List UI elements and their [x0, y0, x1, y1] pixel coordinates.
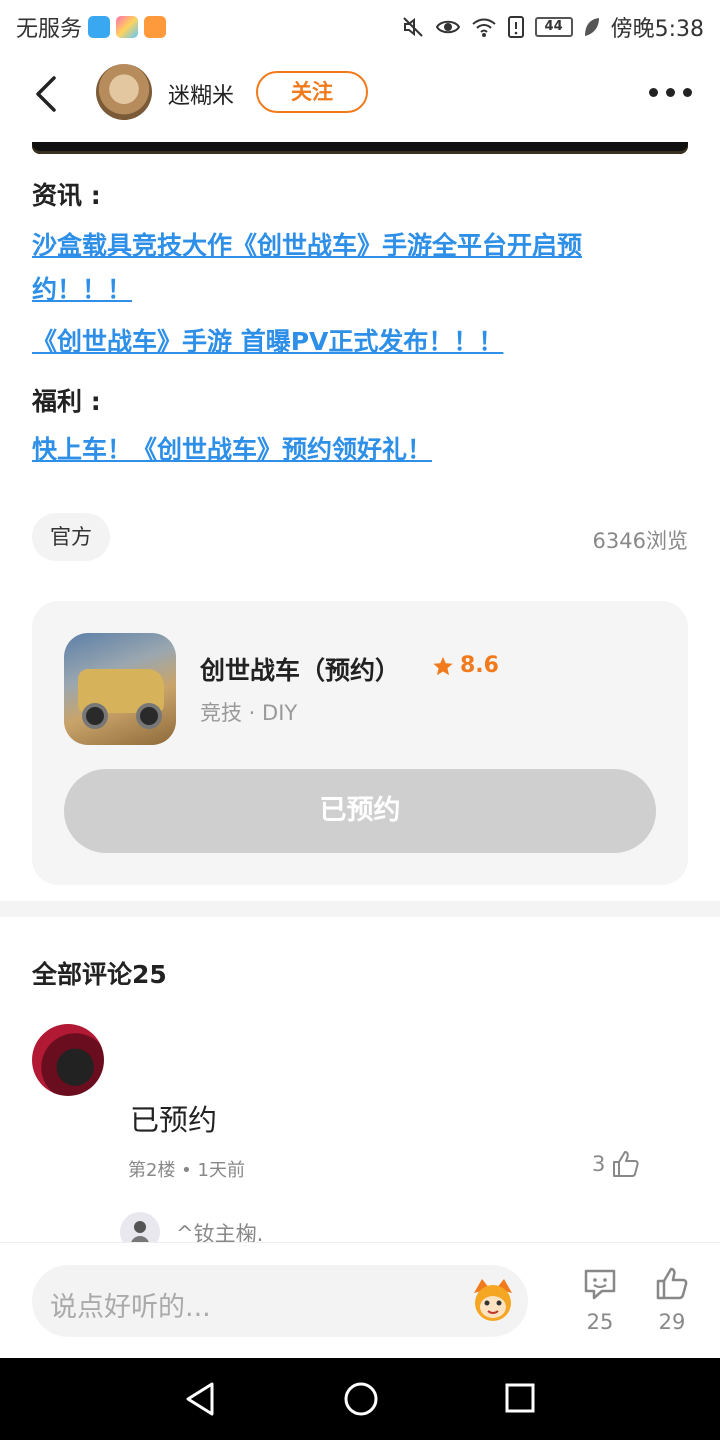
- system-nav-bar: [0, 1358, 720, 1440]
- comment-input-placeholder: 说点好听的...: [50, 1292, 211, 1323]
- section-divider: [0, 901, 720, 917]
- back-arrow-icon[interactable]: [32, 72, 62, 116]
- comment-like-count: 3: [592, 1152, 606, 1176]
- news-link-pv[interactable]: 《创世战车》手游 首曝PV正式发布！！！: [32, 320, 672, 364]
- author-avatar[interactable]: [96, 64, 152, 120]
- sim-alert-icon: [507, 16, 524, 38]
- shield-app-icon: [88, 16, 111, 38]
- carrier-text: 无服务: [16, 17, 83, 42]
- commenter-avatar[interactable]: [32, 1024, 104, 1096]
- game-title[interactable]: 创世战车（预约）: [200, 651, 400, 687]
- post-image-bottom-edge: [32, 142, 688, 154]
- nav-back-icon[interactable]: [182, 1380, 218, 1418]
- grid-app-icon: [116, 16, 139, 38]
- game-card[interactable]: 创世战车（预约） 8.6 竞技 · DIY 已预约: [32, 601, 688, 885]
- play-app-icon: [144, 16, 167, 38]
- clock-text: 傍晚5:38: [610, 17, 704, 42]
- rating-value: 8.6: [460, 653, 499, 678]
- follow-button[interactable]: 关注: [256, 71, 368, 113]
- reserved-button[interactable]: 已预约: [64, 769, 656, 853]
- comment-input[interactable]: 说点好听的...: [32, 1265, 528, 1337]
- star-icon: [433, 656, 453, 675]
- mute-icon: [402, 17, 423, 37]
- comment-count: 25: [586, 1310, 614, 1334]
- nav-home-icon[interactable]: [342, 1380, 380, 1418]
- nav-recents-icon[interactable]: [504, 1382, 536, 1414]
- leaf-icon: [584, 18, 599, 36]
- game-rating: 8.6: [432, 653, 499, 678]
- like-count: 29: [658, 1310, 686, 1334]
- view-count: 6346浏览: [592, 529, 688, 553]
- post-header: 迷糊米 关注: [0, 52, 720, 136]
- comment-like-button[interactable]: 3: [592, 1150, 641, 1178]
- welfare-link[interactable]: 快上车！《创世战车》预约领好礼！: [32, 428, 672, 472]
- status-bar: 无服务 44 傍晚5:38: [0, 0, 720, 52]
- author-name[interactable]: 迷糊米: [168, 78, 234, 110]
- news-link-reservation[interactable]: 沙盒载具竞技大作《创世战车》手游全平台开启预约！！！: [32, 224, 672, 312]
- game-category: 竞技 · DIY: [200, 701, 298, 725]
- comments-heading: 全部评论25: [32, 960, 167, 989]
- official-tag[interactable]: 官方: [32, 513, 110, 561]
- post-like-button[interactable]: 29: [644, 1267, 700, 1334]
- battery-icon: 44: [534, 17, 573, 37]
- mascot-emoji-icon[interactable]: [468, 1275, 518, 1325]
- thumbs-up-icon: [613, 1151, 639, 1177]
- comment-count-button[interactable]: 25: [572, 1267, 628, 1334]
- bottom-comment-bar: 说点好听的... 25 29: [0, 1242, 720, 1358]
- comment-text[interactable]: 已预约: [130, 1097, 217, 1139]
- thumbs-up-icon: [656, 1267, 688, 1300]
- news-heading: 资讯 :: [32, 181, 101, 210]
- welfare-heading: 福利 :: [32, 387, 101, 416]
- comment-meta: 第2楼 • 1天前: [128, 1160, 245, 1181]
- eye-icon: [435, 20, 460, 34]
- wifi-icon: [471, 18, 496, 37]
- game-icon[interactable]: [64, 633, 176, 745]
- more-options-icon[interactable]: [649, 88, 692, 97]
- comment-bubble-icon: [584, 1269, 616, 1300]
